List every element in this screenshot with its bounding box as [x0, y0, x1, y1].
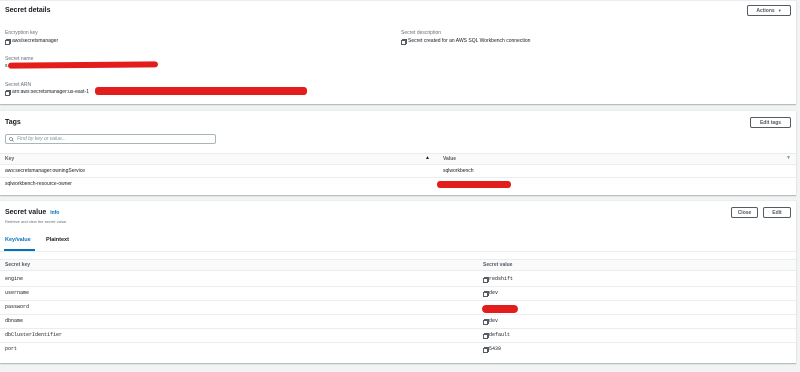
copy-icon[interactable]: [401, 38, 407, 45]
close-label: Close: [737, 209, 752, 216]
secret-table-header: Secret key Secret value: [0, 259, 796, 271]
tags-table-header: Key ▲ Value ▼: [0, 153, 796, 165]
secret-value-cell: default: [483, 329, 510, 341]
tag-key: aws:secretsmanager:owningService: [5, 168, 86, 174]
tags-title: Tags: [5, 119, 21, 126]
encryption-key-label: Encryption key: [5, 30, 38, 36]
secret-key: dbClusterIdentifier: [5, 332, 63, 338]
secret-key: username: [5, 290, 30, 296]
sort-asc-icon[interactable]: ▲: [425, 155, 430, 161]
copy-icon[interactable]: [483, 318, 489, 325]
secret-details-title: Secret details: [5, 7, 51, 14]
secret-value-title-row: Secret value Info: [5, 209, 59, 216]
tab-plaintext[interactable]: Plaintext: [46, 237, 69, 243]
secret-arn-label: Secret ARN: [5, 82, 32, 88]
edit-tags-button[interactable]: Edit tags: [750, 117, 791, 128]
secret-value-cell: 5439: [483, 343, 501, 355]
active-tab-indicator: [4, 249, 35, 251]
secret-value-subtitle: Retrieve and view the secret value.: [5, 219, 68, 224]
secret-value: redshift: [489, 276, 514, 282]
encryption-key-field: aws/secretsmanager: [5, 38, 59, 45]
secret-details-panel: Secret details Actions ▼ Encryption key …: [0, 0, 796, 104]
tag-value: sqlworkbench: [443, 168, 474, 174]
table-row: dbname dev: [0, 315, 796, 329]
actions-label: Actions: [756, 7, 775, 14]
copy-icon[interactable]: [483, 290, 489, 297]
table-row: dbClusterIdentifier default: [0, 329, 796, 343]
actions-button[interactable]: Actions ▼: [747, 5, 791, 16]
secret-value: dev: [489, 290, 499, 296]
secret-value-panel: Secret value Info Retrieve and view the …: [0, 200, 796, 363]
secret-value-title: Secret value: [5, 209, 47, 216]
secret-key: password: [5, 304, 30, 310]
table-row: aws:secretsmanager:owningService sqlwork…: [0, 165, 796, 178]
info-link[interactable]: Info: [50, 210, 59, 216]
edit-tags-label: Edit tags: [759, 119, 782, 126]
copy-icon[interactable]: [483, 332, 489, 339]
secret-value-cell: redshift: [483, 273, 513, 285]
secret-value-cell: dev: [483, 315, 498, 327]
table-row: engine redshift: [0, 273, 796, 287]
copy-icon[interactable]: [483, 276, 489, 283]
secret-arn-field: arn:aws:secretsmanager:us-east-1: [5, 89, 89, 96]
sort-icon[interactable]: ▼: [786, 155, 791, 161]
tags-value-header[interactable]: Value: [443, 154, 456, 164]
secret-name-label: Secret name: [5, 56, 34, 62]
edit-button[interactable]: Edit: [763, 207, 791, 218]
tags-key-header[interactable]: Key: [5, 154, 14, 164]
secret-value: dev: [489, 318, 499, 324]
secret-description-field: Secret created for an AWS SQL Workbench …: [401, 38, 531, 45]
table-row: port 5439: [0, 343, 796, 356]
table-row: username dev: [0, 287, 796, 301]
table-row: password: [0, 301, 796, 315]
tab-key-value[interactable]: Key/value: [5, 237, 31, 243]
copy-icon[interactable]: [5, 89, 11, 96]
copy-icon[interactable]: [5, 38, 11, 45]
secret-key: dbname: [5, 318, 24, 324]
secret-value-tabs: Key/value Plaintext: [0, 233, 796, 252]
secret-arn-value: arn:aws:secretsmanager:us-east-1: [12, 89, 89, 95]
edit-label: Edit: [772, 209, 782, 216]
copy-icon[interactable]: [483, 346, 489, 353]
search-icon: [9, 136, 14, 142]
secret-value: default: [489, 332, 511, 338]
caret-down-icon: ▼: [777, 8, 782, 13]
secret-arn-redaction: [95, 87, 307, 95]
secret-key: engine: [5, 276, 24, 282]
tag-search-input[interactable]: [17, 136, 207, 142]
table-row: sqlworkbench-resource-owner: [0, 178, 796, 190]
secret-key-header: Secret key: [5, 262, 31, 268]
secret-key: port: [5, 346, 18, 352]
encryption-key-value: aws/secretsmanager: [12, 38, 59, 44]
tags-panel: Tags Edit tags Key ▲ Value ▼ aws:secrets…: [0, 110, 796, 195]
tag-search-box[interactable]: [5, 134, 216, 144]
close-button[interactable]: Close: [731, 207, 758, 218]
secret-value-header: Secret value: [483, 262, 513, 268]
secret-name-redaction: [7, 61, 159, 69]
secret-value: 5439: [489, 346, 502, 352]
tag-value-redaction: [437, 181, 511, 188]
secret-description-value: Secret created for an AWS SQL Workbench …: [408, 38, 531, 44]
tag-key: sqlworkbench-resource-owner: [5, 181, 72, 187]
secret-description-label: Secret description: [401, 30, 442, 36]
password-redaction: [482, 305, 518, 313]
secret-value-cell: dev: [483, 287, 498, 299]
